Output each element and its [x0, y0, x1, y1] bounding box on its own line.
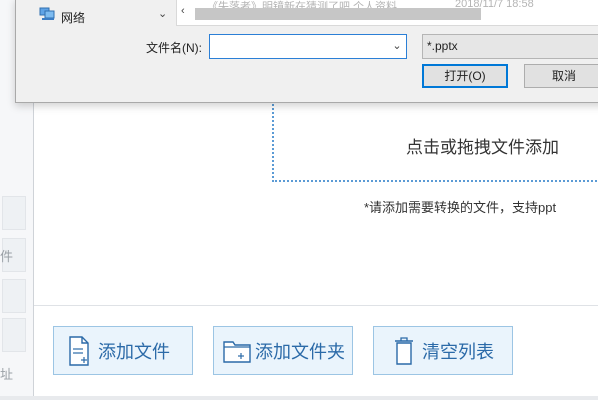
- filename-label: 文件名(N):: [146, 41, 202, 55]
- add-file-button[interactable]: 添加文件: [53, 326, 193, 375]
- drop-zone-text: 点击或拖拽文件添加: [406, 138, 559, 157]
- window-bottom-edge: [0, 396, 598, 400]
- clear-list-label: 清空列表: [422, 341, 494, 362]
- file-list-pane[interactable]: 《失落者》明镜新在猜测了吧 个人资料 2018/11/7 18:58 ‹: [176, 0, 598, 26]
- sidebar-tile[interactable]: [2, 279, 26, 313]
- add-file-icon: [68, 335, 90, 366]
- sidebar-tile[interactable]: [2, 318, 26, 352]
- divider: [34, 305, 598, 306]
- sidebar-partial-label: 件: [0, 249, 14, 264]
- add-folder-button[interactable]: 添加文件夹: [213, 326, 353, 375]
- file-open-dialog: 网络 ⌄ 《失落者》明镜新在猜测了吧 个人资料 2018/11/7 18:58 …: [15, 0, 598, 103]
- network-icon: [39, 7, 55, 24]
- chevron-down-icon[interactable]: ⌄: [389, 37, 405, 56]
- nav-item-network[interactable]: 网络 ⌄: [16, 1, 176, 25]
- scroll-left-icon[interactable]: ‹: [181, 5, 185, 17]
- nav-label: 网络: [61, 11, 86, 25]
- horizontal-scrollbar-thumb[interactable]: [195, 8, 481, 20]
- file-type-select[interactable]: *.pptx: [422, 34, 598, 59]
- sidebar-partial-label: 址: [0, 367, 14, 382]
- filename-input[interactable]: [209, 34, 407, 59]
- open-button[interactable]: 打开(O): [422, 64, 508, 88]
- add-file-label: 添加文件: [98, 341, 170, 362]
- sidebar-tile[interactable]: [2, 196, 26, 230]
- clear-list-button[interactable]: 清空列表: [373, 326, 513, 375]
- trash-icon: [394, 336, 414, 365]
- add-folder-icon: [223, 339, 251, 363]
- supported-formats-hint: *请添加需要转换的文件，支持ppt: [364, 200, 557, 215]
- cancel-button[interactable]: 取消: [524, 64, 598, 88]
- add-folder-label: 添加文件夹: [255, 341, 345, 362]
- chevron-down-icon[interactable]: ⌄: [158, 7, 167, 20]
